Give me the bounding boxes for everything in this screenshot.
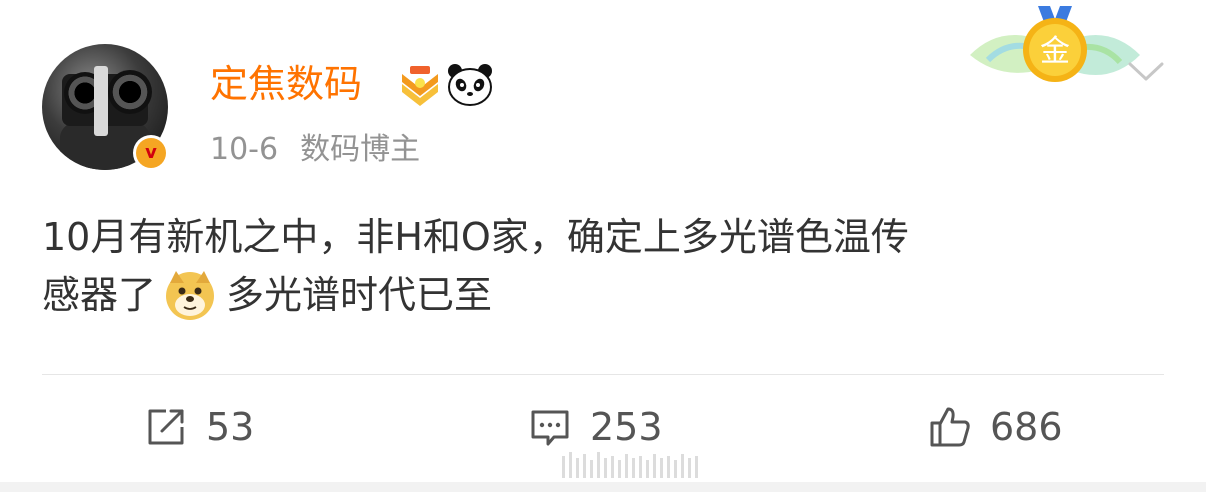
content-text: 感器了 — [42, 273, 157, 317]
comment-count: 253 — [590, 405, 663, 449]
bottom-separator — [0, 482, 1206, 492]
avatar-camera-strap — [94, 66, 108, 136]
medal-text: 金 — [1040, 34, 1070, 69]
repost-button[interactable]: 53 — [144, 400, 254, 454]
avatar-camera-lens — [108, 70, 152, 114]
content-line: 10月有新机之中，非H和O家，确定上多光谱色温传 — [42, 215, 909, 259]
content-text: 多光谱时代已至 — [226, 273, 493, 317]
post-content: 10月有新机之中，非H和O家，确定上多光谱色温传 感器了 多光谱时代已至 — [42, 208, 1172, 324]
repost-icon — [148, 409, 184, 445]
repost-count: 53 — [206, 405, 255, 449]
verified-v-icon: v — [133, 135, 169, 171]
comment-icon — [531, 410, 569, 446]
username[interactable]: 定焦数码 — [210, 60, 362, 108]
panda-icon[interactable] — [446, 62, 494, 106]
divider — [42, 374, 1164, 375]
content-line: 感器了 多光谱时代已至 — [42, 266, 1172, 324]
like-button[interactable]: 686 — [928, 400, 1063, 454]
gold-medal-icon[interactable]: 金 — [970, 0, 1140, 100]
watermark-image — [562, 452, 698, 478]
doge-emoji — [166, 271, 215, 320]
rank-chevron-icon[interactable] — [398, 64, 442, 106]
verified-badge-letter: v — [145, 142, 157, 163]
chevron-down-icon[interactable] — [1126, 60, 1166, 84]
post-date: 10-6 — [210, 132, 279, 167]
thumbs-up-icon — [930, 407, 970, 447]
post-meta: 10-6 数码博主 — [210, 130, 420, 170]
like-count: 686 — [990, 405, 1063, 449]
user-tag: 数码博主 — [300, 132, 421, 167]
